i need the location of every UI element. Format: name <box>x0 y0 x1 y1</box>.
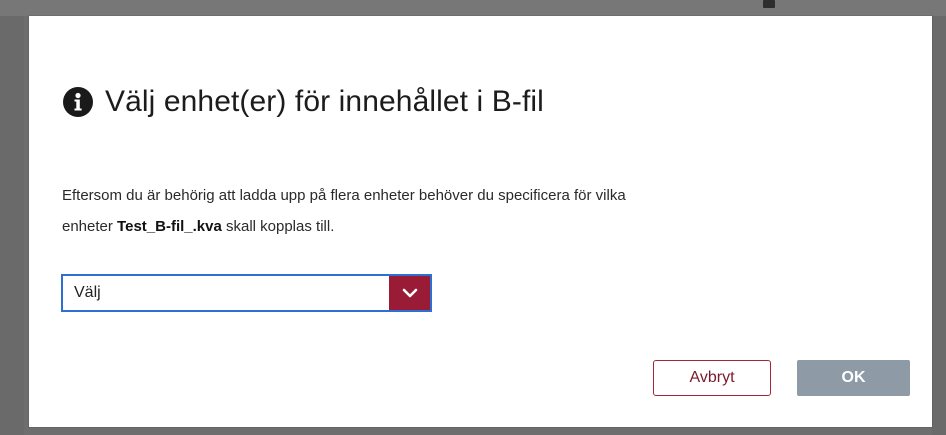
unit-select-dropdown[interactable]: Välj <box>61 274 432 312</box>
info-circle-icon <box>63 87 93 117</box>
file-name: Test_B-fil_.kva <box>117 218 222 235</box>
dialog-message-line-1: Eftersom du är behörig att ladda upp på … <box>62 187 626 204</box>
background-page-strip <box>0 0 946 16</box>
background-icon <box>763 0 775 8</box>
dialog-title: Välj enhet(er) för innehållet i B-fil <box>63 82 544 122</box>
dialog-message: Eftersom du är behörig att ladda upp på … <box>62 180 902 242</box>
unit-selection-dialog: Välj enhet(er) för innehållet i B-fil Ef… <box>29 16 932 427</box>
unit-select-value: Välj <box>74 284 101 301</box>
backdrop-right-edge <box>932 16 946 435</box>
message-prefix: enheter <box>62 218 118 235</box>
ok-button[interactable]: OK <box>797 360 910 396</box>
cancel-button[interactable]: Avbryt <box>653 360 771 396</box>
chevron-down-icon[interactable] <box>389 276 430 310</box>
backdrop-left-edge <box>0 16 24 435</box>
dialog-title-text: Välj enhet(er) för innehållet i B-fil <box>105 85 544 118</box>
dialog-message-line-2: enheter Test_B-fil_.kva skall kopplas ti… <box>62 211 902 242</box>
message-suffix: skall kopplas till. <box>221 218 335 235</box>
